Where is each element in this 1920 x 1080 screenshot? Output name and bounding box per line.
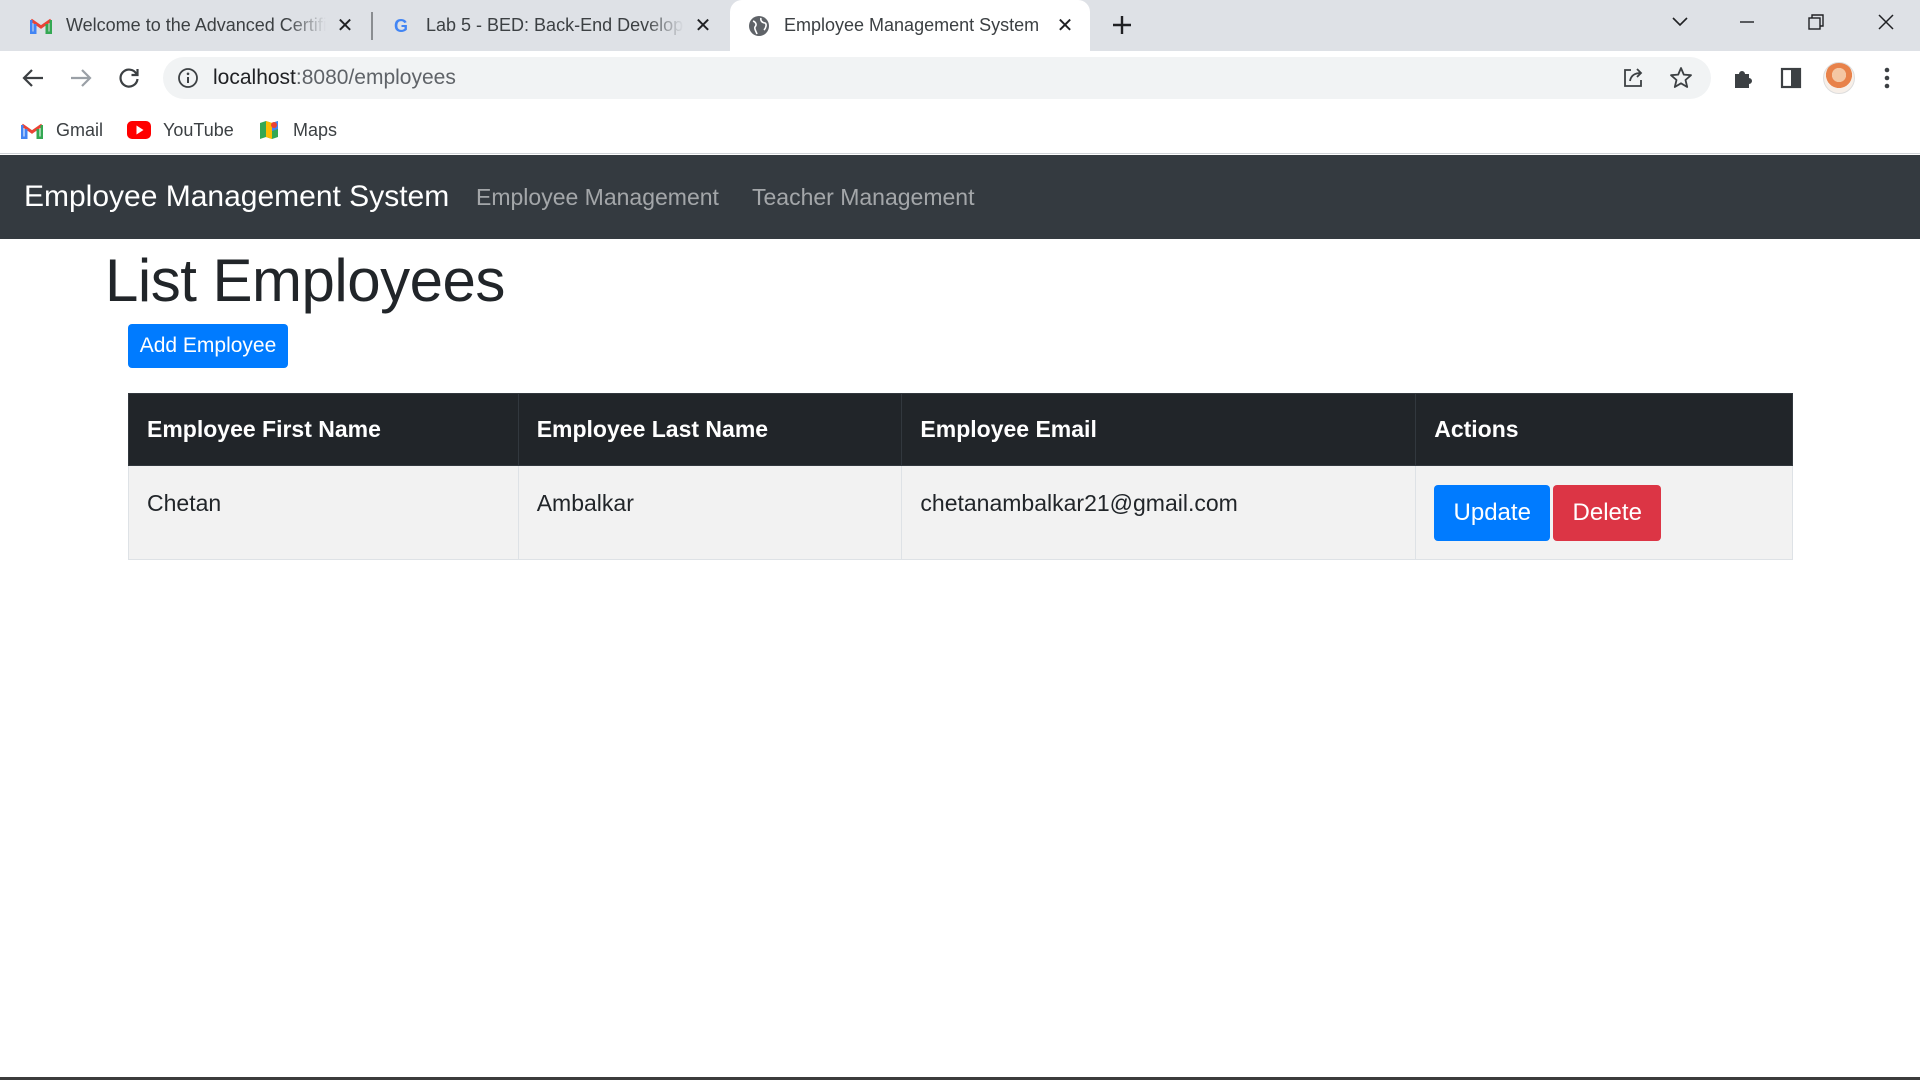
menu-dots-icon[interactable] <box>1873 64 1901 92</box>
new-tab-button[interactable] <box>1106 9 1138 41</box>
cell-email: chetanambalkar21@gmail.com <box>901 465 1417 560</box>
page-title: List Employees <box>105 247 505 314</box>
google-icon: G <box>390 15 412 37</box>
browser-tab-lab5[interactable]: G Lab 5 - BED: Back-End Developm ✕ <box>376 0 728 51</box>
youtube-icon <box>127 120 151 140</box>
browser-tab-strip: Welcome to the Advanced Certific ✕ G Lab… <box>0 0 1920 51</box>
close-tab-icon[interactable]: ✕ <box>334 15 356 37</box>
close-window-icon[interactable] <box>1858 0 1914 44</box>
gmail-icon <box>30 15 52 37</box>
cell-last-name: Ambalkar <box>517 465 903 560</box>
extensions-puzzle-icon[interactable] <box>1729 64 1757 92</box>
table-row: Chetan Ambalkar chetanambalkar21@gmail.c… <box>128 465 1793 560</box>
tab-title: Welcome to the Advanced Certific <box>66 15 326 35</box>
add-employee-button[interactable]: Add Employee <box>128 324 288 368</box>
nav-link-employee-management[interactable]: Employee Management <box>476 155 719 239</box>
bookmark-youtube[interactable]: YouTube <box>127 117 234 143</box>
navbar-brand[interactable]: Employee Management System <box>24 155 449 239</box>
url-text[interactable]: localhost:8080/employees <box>213 57 456 99</box>
share-icon[interactable] <box>1621 66 1645 90</box>
svg-text:G: G <box>394 16 408 36</box>
bookmark-label: Maps <box>293 119 338 140</box>
browser-toolbar: localhost:8080/employees <box>0 51 1920 105</box>
url-path: :8080/employees <box>295 66 456 89</box>
close-tab-icon[interactable]: ✕ <box>692 15 714 37</box>
nav-link-teacher-management[interactable]: Teacher Management <box>752 155 974 239</box>
column-header-actions: Actions <box>1415 393 1793 466</box>
column-header-first-name: Employee First Name <box>128 393 519 466</box>
cell-actions: Update Delete <box>1415 465 1793 560</box>
bookmarks-bar: Gmail YouTube Maps <box>0 105 1920 154</box>
update-button[interactable]: Update <box>1434 485 1551 541</box>
table-header-row: Employee First Name Employee Last Name E… <box>128 393 1793 466</box>
bookmark-maps[interactable]: Maps <box>257 117 337 143</box>
minimize-icon[interactable] <box>1719 0 1775 44</box>
globe-icon <box>748 15 770 37</box>
tab-title: Employee Management System <box>784 15 1040 35</box>
url-host: localhost <box>213 66 296 89</box>
bookmark-star-icon[interactable] <box>1669 66 1693 90</box>
delete-button[interactable]: Delete <box>1553 485 1662 541</box>
reload-icon[interactable] <box>109 58 149 98</box>
tab-search-icon[interactable] <box>1652 0 1708 44</box>
employees-table: Employee First Name Employee Last Name E… <box>128 393 1793 560</box>
gmail-icon <box>20 120 44 140</box>
side-panel-icon[interactable] <box>1777 64 1805 92</box>
address-bar[interactable]: localhost:8080/employees <box>163 57 1711 99</box>
column-header-email: Employee Email <box>901 393 1417 466</box>
column-header-last-name: Employee Last Name <box>517 393 903 466</box>
maps-icon <box>257 120 281 140</box>
bookmark-gmail[interactable]: Gmail <box>20 117 103 143</box>
tab-separator <box>371 12 373 40</box>
browser-tab-gmail[interactable]: Welcome to the Advanced Certific ✕ <box>0 0 370 51</box>
bookmark-label: YouTube <box>163 119 234 140</box>
cell-first-name: Chetan <box>128 465 519 560</box>
bookmark-label: Gmail <box>56 119 104 140</box>
browser-tab-active[interactable]: Employee Management System ✕ <box>730 0 1090 51</box>
forward-arrow-icon[interactable] <box>61 58 101 98</box>
tab-title: Lab 5 - BED: Back-End Developm <box>426 15 684 35</box>
close-tab-icon[interactable]: ✕ <box>1054 15 1076 37</box>
back-arrow-icon[interactable] <box>13 58 53 98</box>
app-navbar: Employee Management System Employee Mana… <box>0 155 1920 239</box>
site-info-icon[interactable] <box>177 67 199 89</box>
profile-avatar[interactable] <box>1823 62 1855 94</box>
restore-icon[interactable] <box>1788 0 1844 44</box>
